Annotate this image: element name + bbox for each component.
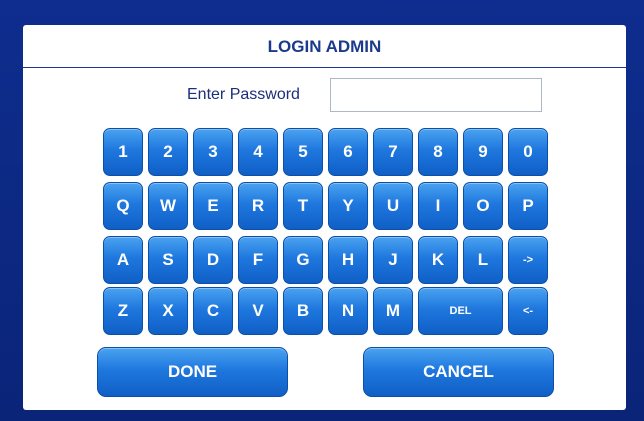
- key-v[interactable]: V: [238, 287, 278, 335]
- key-7[interactable]: 7: [373, 128, 413, 176]
- key-g[interactable]: G: [283, 236, 323, 284]
- key-3[interactable]: 3: [193, 128, 233, 176]
- window-frame: LOGIN ADMIN Enter Password 1234567890 QWE…: [0, 0, 644, 421]
- dialog-title: LOGIN ADMIN: [267, 37, 382, 56]
- key-r[interactable]: R: [238, 182, 278, 230]
- key-2[interactable]: 2: [148, 128, 188, 176]
- cancel-button[interactable]: CANCEL: [363, 347, 554, 397]
- key-c[interactable]: C: [193, 287, 233, 335]
- password-label: Enter Password: [187, 86, 300, 103]
- arrow-right-key[interactable]: ->: [508, 236, 548, 284]
- title-divider: [23, 67, 626, 68]
- key-a[interactable]: A: [103, 236, 143, 284]
- key-5[interactable]: 5: [283, 128, 323, 176]
- key-j[interactable]: J: [373, 236, 413, 284]
- arrow-left-key[interactable]: <-: [508, 287, 548, 335]
- key-f[interactable]: F: [238, 236, 278, 284]
- key-t[interactable]: T: [283, 182, 323, 230]
- key-b[interactable]: B: [283, 287, 323, 335]
- key-4[interactable]: 4: [238, 128, 278, 176]
- login-dialog: LOGIN ADMIN Enter Password 1234567890 QWE…: [23, 25, 626, 410]
- key-8[interactable]: 8: [418, 128, 458, 176]
- key-w[interactable]: W: [148, 182, 188, 230]
- key-i[interactable]: I: [418, 182, 458, 230]
- key-k[interactable]: K: [418, 236, 458, 284]
- key-m[interactable]: M: [373, 287, 413, 335]
- delete-key[interactable]: DEL: [418, 287, 503, 335]
- key-e[interactable]: E: [193, 182, 233, 230]
- key-s[interactable]: S: [148, 236, 188, 284]
- password-input[interactable]: [330, 78, 542, 112]
- key-n[interactable]: N: [328, 287, 368, 335]
- key-z[interactable]: Z: [103, 287, 143, 335]
- key-l[interactable]: L: [463, 236, 503, 284]
- key-0[interactable]: 0: [508, 128, 548, 176]
- done-button[interactable]: DONE: [97, 347, 288, 397]
- key-u[interactable]: U: [373, 182, 413, 230]
- key-q[interactable]: Q: [103, 182, 143, 230]
- key-6[interactable]: 6: [328, 128, 368, 176]
- key-y[interactable]: Y: [328, 182, 368, 230]
- key-h[interactable]: H: [328, 236, 368, 284]
- key-9[interactable]: 9: [463, 128, 503, 176]
- key-d[interactable]: D: [193, 236, 233, 284]
- key-o[interactable]: O: [463, 182, 503, 230]
- key-x[interactable]: X: [148, 287, 188, 335]
- key-p[interactable]: P: [508, 182, 548, 230]
- key-1[interactable]: 1: [103, 128, 143, 176]
